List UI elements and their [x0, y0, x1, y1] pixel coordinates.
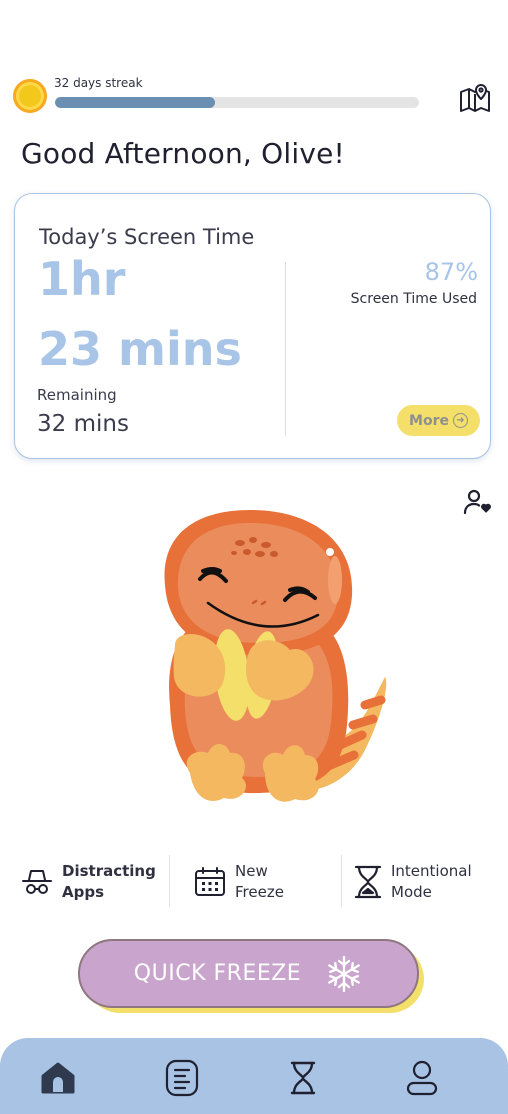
map-icon[interactable] — [459, 82, 491, 114]
screen-time-percent-label: Screen Time Used — [350, 291, 477, 307]
shortcut-label-line1: Distracting — [62, 862, 156, 880]
quick-freeze-button[interactable]: QUICK FREEZE — [78, 939, 419, 1008]
add-friend-icon[interactable] — [463, 488, 493, 516]
more-button-label: More — [409, 412, 449, 429]
hourglass-icon — [290, 1061, 316, 1095]
shortcut-label-line1: New — [235, 862, 268, 880]
screen-time-minutes: 23 mins — [38, 322, 242, 376]
arrow-right-circle-icon: ➜ — [452, 413, 468, 428]
shortcut-label-line2: Freeze — [235, 883, 284, 901]
shortcut-label-line1: Intentional — [391, 862, 472, 880]
shortcut-label-line2: Mode — [391, 883, 432, 901]
shortcut-new-freeze[interactable]: New Freeze — [194, 855, 284, 909]
list-icon — [165, 1059, 199, 1097]
screen-time-percent: 87% — [424, 258, 478, 286]
screen-time-card[interactable]: Today’s Screen Time 1hr 23 mins Remainin… — [14, 193, 491, 459]
shortcut-distracting-apps[interactable]: Distracting Apps — [21, 855, 156, 909]
streak-label: 32 days streak — [54, 76, 143, 90]
home-icon — [41, 1062, 75, 1094]
snowflake-icon — [328, 955, 361, 992]
tab-hourglass[interactable] — [283, 1058, 323, 1098]
spy-icon — [22, 870, 52, 894]
streak-progress-fill — [55, 97, 216, 108]
shortcut-divider — [341, 855, 342, 907]
tab-home[interactable] — [38, 1058, 78, 1098]
more-button[interactable]: More ➜ — [397, 405, 480, 436]
remaining-value: 32 mins — [37, 411, 129, 437]
tab-list[interactable] — [162, 1058, 202, 1098]
calendar-icon — [195, 867, 225, 896]
streak-coin-icon — [13, 79, 47, 113]
hourglass-icon — [354, 865, 382, 899]
quick-freeze-label: QUICK FREEZE — [133, 961, 302, 986]
remaining-label: Remaining — [37, 386, 117, 404]
tab-profile[interactable] — [402, 1058, 442, 1098]
shortcut-intentional-mode[interactable]: Intentional Mode — [354, 855, 472, 909]
streak-progress-bar — [55, 97, 419, 108]
profile-icon — [406, 1060, 438, 1096]
shortcut-divider — [169, 855, 170, 907]
card-divider — [285, 262, 286, 436]
greeting-title: Good Afternoon, Olive! — [21, 137, 345, 170]
shortcut-label-line2: Apps — [62, 883, 105, 901]
screen-time-hours: 1hr — [38, 252, 126, 306]
screen-time-title: Today’s Screen Time — [39, 225, 255, 249]
mascot-lizard-image — [164, 510, 387, 802]
